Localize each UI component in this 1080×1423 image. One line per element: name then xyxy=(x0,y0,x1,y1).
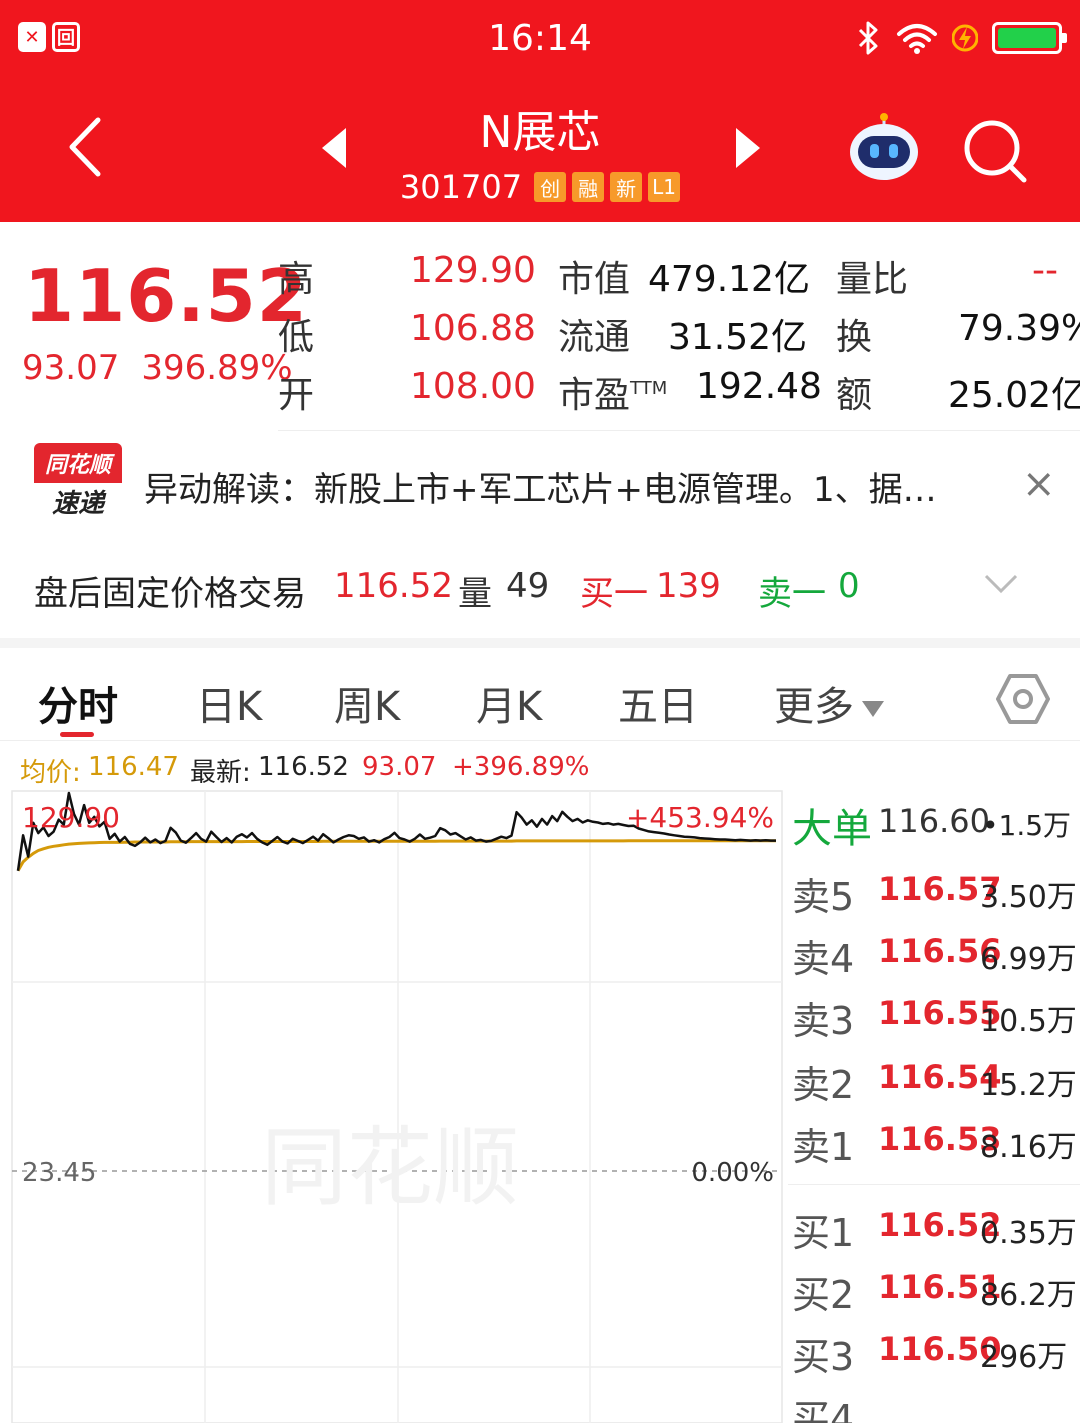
after-hours-ask: 0 xyxy=(838,566,860,606)
dropdown-arrow-icon xyxy=(862,701,884,717)
tag-chuang: 创 xyxy=(534,172,567,202)
turnover-value: 79.39% xyxy=(958,308,1080,349)
ask1-label: 卖1 xyxy=(792,1125,855,1169)
big-order-vol: •1.5万 xyxy=(982,809,1072,842)
after-hours-bid-label: 买一 xyxy=(580,574,648,614)
tab-five-day[interactable]: 五日 xyxy=(618,674,698,732)
volratio-label: 量比 xyxy=(836,259,909,300)
ask5-label: 卖5 xyxy=(792,875,855,919)
volratio-value: -- xyxy=(1032,250,1058,291)
mktcap-value: 479.12亿 xyxy=(648,259,810,300)
news-flash-logo: 同花顺 速递 xyxy=(34,443,122,519)
logo-top-text: 同花顺 xyxy=(34,443,122,483)
avg-price-label: 均价: xyxy=(20,758,81,788)
amount-value: 25.02亿 xyxy=(948,375,1080,416)
ask3-label: 卖3 xyxy=(792,999,855,1043)
wifi-icon xyxy=(897,24,937,54)
float-value: 31.52亿 xyxy=(668,317,808,358)
y-ref-pct: 0.00% xyxy=(691,1158,774,1188)
y-ref-label: 23.45 xyxy=(22,1158,96,1188)
ask2-label: 卖2 xyxy=(792,1063,855,1107)
avg-price-value: 116.47 xyxy=(88,752,179,782)
order-book-divider xyxy=(788,1184,1080,1185)
after-hours-vol-label: 量 xyxy=(458,574,492,614)
ask4-label: 卖4 xyxy=(792,937,855,981)
after-hours-vol: 49 xyxy=(506,566,550,606)
float-label: 流通 xyxy=(558,317,631,358)
high-value: 129.90 xyxy=(410,250,536,291)
logo-bottom-text: 速递 xyxy=(51,488,104,519)
stock-code: 301707 xyxy=(399,168,523,206)
active-tab-indicator xyxy=(60,732,94,737)
bid1-label: 买1 xyxy=(792,1211,855,1255)
section-gap xyxy=(0,638,1080,648)
quote-divider xyxy=(278,430,1080,431)
chart-change: 93.07 xyxy=(362,752,437,782)
chevron-down-icon[interactable] xyxy=(984,572,1018,596)
amount-label: 额 xyxy=(836,375,873,416)
tab-monthly-k[interactable]: 月K xyxy=(476,674,542,732)
tag-l1: L1 xyxy=(648,172,681,202)
battery-icon xyxy=(992,22,1067,54)
charging-icon xyxy=(952,24,978,52)
app-header: ✕ 回 16:14 N展芯 301707 创 融 新 L1 xyxy=(0,0,1080,222)
bid2-vol: 86.2万 xyxy=(980,1278,1077,1313)
tabs-divider xyxy=(0,740,1080,741)
after-hours-ask-label: 卖一 xyxy=(758,574,826,614)
chart-change-pct: +396.89% xyxy=(452,752,590,782)
latest-price-value: 116.52 xyxy=(258,752,349,782)
settings-hexagon-icon[interactable] xyxy=(996,672,1050,726)
bid2-label: 买2 xyxy=(792,1273,855,1317)
tag-xin: 新 xyxy=(610,172,643,202)
bid3-label: 买3 xyxy=(792,1335,855,1379)
next-stock-arrow-icon[interactable] xyxy=(732,126,764,170)
chart-grid xyxy=(11,790,783,1423)
bid4-label: 买4 xyxy=(792,1397,855,1423)
after-hours-label: 盘后固定价格交易 xyxy=(34,574,306,614)
ask3-vol: 10.5万 xyxy=(980,1004,1077,1039)
ask2-vol: 15.2万 xyxy=(980,1068,1077,1103)
ask1-vol: 8.16万 xyxy=(980,1130,1077,1165)
pe-ttm-sup: TTM xyxy=(630,378,668,399)
news-headline[interactable]: 异动解读：新股上市+军工芯片+电源管理。1、据… xyxy=(144,462,937,511)
status-bar-right xyxy=(856,20,1067,56)
pe-label-text: 市盈 xyxy=(558,375,631,416)
after-hours-price: 116.52 xyxy=(334,566,453,606)
y-top-pct: +453.94% xyxy=(626,801,774,834)
search-icon[interactable] xyxy=(962,118,1028,184)
robot-assistant-icon[interactable] xyxy=(846,112,922,184)
pe-value: 192.48 xyxy=(696,366,822,407)
big-order-label: 大单 xyxy=(792,806,872,852)
open-label: 开 xyxy=(278,375,315,416)
news-close-icon[interactable]: × xyxy=(1022,464,1056,504)
quote-stats[interactable]: 高 129.90 低 106.88 开 108.00 市值 479.12亿 流通… xyxy=(0,244,1080,424)
y-top-label: 129.90 xyxy=(22,801,120,834)
turnover-label: 换 xyxy=(836,317,873,358)
pe-label: 市盈TTM xyxy=(558,366,667,418)
latest-price-label: 最新: xyxy=(190,758,251,788)
bid1-vol: 0.35万 xyxy=(980,1216,1077,1251)
bid3-vol: 296万 xyxy=(980,1340,1068,1375)
watermark: 同花顺 xyxy=(261,1118,519,1218)
tab-intraday[interactable]: 分时 xyxy=(38,674,118,732)
tab-daily-k[interactable]: 日K xyxy=(196,674,262,732)
big-order-price: 116.60 xyxy=(878,802,990,840)
open-value: 108.00 xyxy=(410,366,536,407)
tab-more-label: 更多 xyxy=(774,684,854,730)
high-label: 高 xyxy=(278,259,315,300)
tab-more[interactable]: 更多 xyxy=(774,674,884,732)
tag-rong: 融 xyxy=(572,172,605,202)
mktcap-label: 市值 xyxy=(558,259,631,300)
low-label: 低 xyxy=(278,317,315,358)
ask5-vol: 3.50万 xyxy=(980,880,1077,915)
after-hours-bid: 139 xyxy=(656,566,721,606)
intraday-chart[interactable]: 同花顺 129.90 +453.94% 23.45 0.00% xyxy=(0,787,784,1423)
bluetooth-icon xyxy=(858,21,878,55)
ask4-vol: 6.99万 xyxy=(980,942,1077,977)
tab-weekly-k[interactable]: 周K xyxy=(334,674,400,732)
low-value: 106.88 xyxy=(410,308,536,349)
